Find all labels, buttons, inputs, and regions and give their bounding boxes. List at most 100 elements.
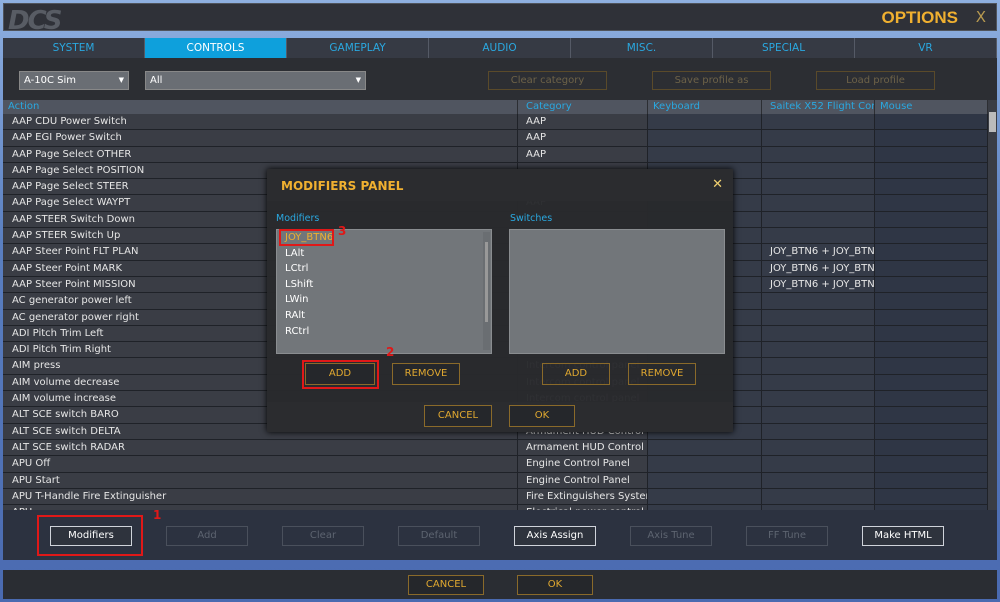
table-cell[interactable] bbox=[875, 342, 988, 358]
table-cell[interactable] bbox=[762, 114, 875, 130]
table-cell[interactable] bbox=[875, 162, 988, 179]
table-cell[interactable] bbox=[648, 146, 762, 162]
table-row[interactable]: AAP Page Select OTHER AAP bbox=[3, 146, 988, 163]
modifier-item[interactable]: LCtrl bbox=[277, 261, 491, 277]
table-cell[interactable] bbox=[762, 342, 875, 358]
table-cell[interactable]: JOY_BTN6 + JOY_BTN2 bbox=[762, 276, 875, 293]
column-header-2[interactable]: Keyboard bbox=[648, 100, 762, 114]
table-cell[interactable] bbox=[762, 195, 875, 211]
save-profile-button[interactable]: Save profile as bbox=[652, 71, 771, 90]
tab-system[interactable]: SYSTEM bbox=[3, 38, 145, 58]
load-profile-button[interactable]: Load profile bbox=[816, 71, 935, 90]
table-cell[interactable] bbox=[875, 374, 988, 391]
axis-assign-button[interactable]: Axis Assign bbox=[514, 526, 596, 546]
table-cell[interactable] bbox=[762, 211, 875, 228]
tab-vr[interactable]: VR bbox=[855, 38, 997, 58]
close-icon[interactable]: X bbox=[976, 8, 986, 26]
close-icon[interactable]: ✕ bbox=[712, 177, 723, 192]
column-header-0[interactable]: Action bbox=[3, 100, 518, 114]
table-cell[interactable] bbox=[875, 407, 988, 423]
table-cell[interactable] bbox=[762, 407, 875, 423]
table-cell[interactable] bbox=[875, 358, 988, 374]
table-cell[interactable] bbox=[762, 439, 875, 456]
table-cell[interactable] bbox=[875, 309, 988, 325]
table-cell[interactable] bbox=[875, 423, 988, 439]
clear-category-button[interactable]: Clear category bbox=[488, 71, 607, 90]
category-select[interactable]: All ▼ bbox=[145, 71, 366, 90]
table-cell[interactable] bbox=[762, 472, 875, 488]
switches-list[interactable] bbox=[509, 229, 725, 354]
scroll-thumb[interactable] bbox=[989, 112, 996, 132]
table-cell[interactable] bbox=[762, 456, 875, 472]
table-row[interactable]: AAP EGI Power Switch AAP bbox=[3, 130, 988, 147]
ff-tune-button[interactable]: FF Tune bbox=[746, 526, 828, 546]
table-cell[interactable] bbox=[875, 391, 988, 407]
dialog-ok-button[interactable]: OK bbox=[509, 405, 575, 427]
table-cell[interactable] bbox=[762, 293, 875, 309]
list-scrollbar[interactable] bbox=[483, 232, 490, 350]
table-cell[interactable] bbox=[875, 276, 988, 293]
table-cell[interactable] bbox=[875, 488, 988, 505]
aircraft-select[interactable]: A-10C Sim ▼ bbox=[19, 71, 129, 90]
table-cell[interactable] bbox=[875, 244, 988, 260]
modifier-item[interactable]: LShift bbox=[277, 277, 491, 293]
table-cell[interactable] bbox=[875, 472, 988, 488]
table-cell[interactable] bbox=[875, 228, 988, 244]
table-cell[interactable] bbox=[762, 423, 875, 439]
table-cell[interactable] bbox=[875, 146, 988, 162]
modifiers-list[interactable]: JOY_BTN6 LAlt LCtrl LShift LWin RAlt RCtrl bbox=[276, 229, 492, 354]
table-cell[interactable] bbox=[762, 358, 875, 374]
tab-misc[interactable]: MISC. bbox=[571, 38, 713, 58]
table-cell[interactable] bbox=[875, 179, 988, 195]
table-cell[interactable] bbox=[875, 211, 988, 228]
table-row[interactable]: APU Start Engine Control Panel bbox=[3, 472, 988, 489]
modifier-item[interactable]: LAlt bbox=[277, 246, 491, 262]
clear-button[interactable]: Clear bbox=[282, 526, 364, 546]
column-header-3[interactable]: Saitek X52 Flight Control bbox=[762, 100, 875, 114]
table-cell[interactable]: JOY_BTN6 + JOY_BTN2 bbox=[762, 244, 875, 260]
table-cell[interactable] bbox=[762, 309, 875, 325]
tab-gameplay[interactable]: GAMEPLAY bbox=[287, 38, 429, 58]
add-button[interactable]: Add bbox=[166, 526, 248, 546]
table-cell[interactable] bbox=[762, 130, 875, 146]
table-cell[interactable] bbox=[762, 146, 875, 162]
table-cell[interactable] bbox=[762, 374, 875, 391]
tab-controls[interactable]: CONTROLS bbox=[145, 38, 287, 58]
table-cell[interactable] bbox=[875, 260, 988, 276]
axis-tune-button[interactable]: Axis Tune bbox=[630, 526, 712, 546]
table-cell[interactable] bbox=[875, 325, 988, 342]
table-cell[interactable] bbox=[875, 195, 988, 211]
column-header-1[interactable]: Category bbox=[518, 100, 648, 114]
remove-switch-button[interactable]: REMOVE bbox=[628, 363, 696, 385]
tab-special[interactable]: SPECIAL bbox=[713, 38, 855, 58]
table-cell[interactable] bbox=[762, 179, 875, 195]
table-cell[interactable] bbox=[875, 439, 988, 456]
table-row[interactable]: ALT SCE switch RADAR Armament HUD Control… bbox=[3, 439, 988, 457]
table-cell[interactable] bbox=[648, 114, 762, 130]
remove-modifier-button[interactable]: REMOVE bbox=[392, 363, 460, 385]
table-cell[interactable] bbox=[875, 114, 988, 130]
table-cell[interactable] bbox=[875, 130, 988, 146]
tab-audio[interactable]: AUDIO bbox=[429, 38, 571, 58]
table-cell[interactable] bbox=[762, 228, 875, 244]
table-cell[interactable] bbox=[648, 488, 762, 505]
table-cell[interactable] bbox=[875, 456, 988, 472]
table-cell[interactable]: JOY_BTN6 + JOY_BTN2 bbox=[762, 260, 875, 276]
table-cell[interactable] bbox=[762, 391, 875, 407]
table-cell[interactable] bbox=[762, 162, 875, 179]
table-cell[interactable] bbox=[762, 325, 875, 342]
table-scrollbar[interactable] bbox=[988, 100, 997, 510]
table-row[interactable]: APU Off Engine Control Panel bbox=[3, 456, 988, 473]
modifier-item[interactable]: LWin bbox=[277, 292, 491, 308]
add-switch-button[interactable]: ADD bbox=[542, 363, 610, 385]
table-cell[interactable] bbox=[648, 439, 762, 456]
table-row[interactable]: AAP CDU Power Switch AAP bbox=[3, 114, 988, 131]
table-cell[interactable] bbox=[648, 456, 762, 472]
dialog-cancel-button[interactable]: CANCEL bbox=[424, 405, 492, 427]
scroll-thumb[interactable] bbox=[485, 242, 488, 322]
table-cell[interactable] bbox=[648, 130, 762, 146]
table-cell[interactable] bbox=[762, 488, 875, 505]
default-button[interactable]: Default bbox=[398, 526, 480, 546]
table-cell[interactable] bbox=[648, 472, 762, 488]
modifier-item[interactable]: RAlt bbox=[277, 308, 491, 324]
